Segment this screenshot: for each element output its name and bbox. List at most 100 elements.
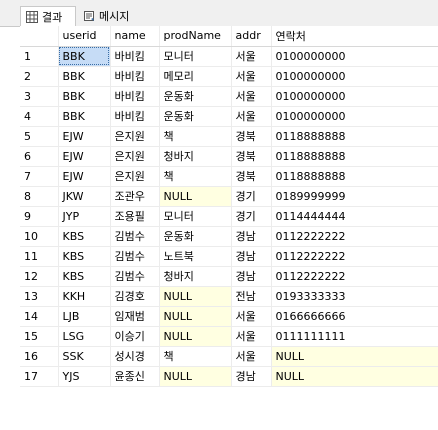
table-cell[interactable]: KBS xyxy=(58,246,111,267)
tab-results[interactable]: 결과 xyxy=(20,6,76,27)
row-number[interactable]: 16 xyxy=(20,346,59,367)
table-cell[interactable]: 책 xyxy=(159,166,232,187)
row-number[interactable]: 5 xyxy=(20,126,59,147)
table-row[interactable]: 5 EJW 은지원 책 경북 0118888888 xyxy=(20,126,438,147)
table-row[interactable]: 3 BBK 바비킴 운동화 서울 0100000000 xyxy=(20,86,438,107)
table-cell[interactable]: 책 xyxy=(159,126,232,147)
table-cell[interactable]: 윤종신 xyxy=(110,366,160,387)
tab-messages[interactable]: 메시지 xyxy=(78,6,144,25)
table-cell[interactable]: 서울 xyxy=(231,66,272,87)
table-cell[interactable]: LSG xyxy=(58,326,111,347)
table-cell[interactable]: KKH xyxy=(58,286,111,307)
table-cell[interactable]: 0118888888 xyxy=(271,126,438,147)
column-header[interactable]: prodName xyxy=(159,26,232,47)
table-cell[interactable]: NULL xyxy=(271,366,438,387)
table-cell[interactable]: JKW xyxy=(58,186,111,207)
table-cell[interactable]: 서울 xyxy=(231,306,272,327)
table-cell[interactable]: 서울 xyxy=(231,106,272,127)
table-cell[interactable]: 0189999999 xyxy=(271,186,438,207)
table-cell[interactable]: EJW xyxy=(58,146,111,167)
table-cell[interactable]: 0100000000 xyxy=(271,106,438,127)
table-cell[interactable]: 메모리 xyxy=(159,66,232,87)
table-cell[interactable]: 서울 xyxy=(231,46,272,67)
table-cell[interactable]: 서울 xyxy=(231,346,272,367)
table-cell[interactable]: 운동화 xyxy=(159,106,232,127)
results-grid[interactable]: userid name prodName addr 연락처 1 BBK 바비킴 모니터 서울 01… xyxy=(20,26,438,430)
table-cell[interactable]: 조용필 xyxy=(110,206,160,227)
table-cell[interactable]: 이승기 xyxy=(110,326,160,347)
table-cell[interactable]: 0100000000 xyxy=(271,46,438,67)
row-number[interactable]: 10 xyxy=(20,226,59,247)
row-number[interactable]: 15 xyxy=(20,326,59,347)
table-row[interactable]: 11 KBS 김범수 노트북 경남 0112222222 xyxy=(20,246,438,267)
table-row[interactable]: 15 LSG 이승기 NULL 서울 0111111111 xyxy=(20,326,438,347)
table-cell[interactable]: EJW xyxy=(58,166,111,187)
table-cell[interactable]: 노트북 xyxy=(159,246,232,267)
table-cell[interactable]: LJB xyxy=(58,306,111,327)
table-cell[interactable]: 서울 xyxy=(231,326,272,347)
row-number[interactable]: 14 xyxy=(20,306,59,327)
table-row[interactable]: 7 EJW 은지원 책 경북 0118888888 xyxy=(20,166,438,187)
row-number[interactable]: 6 xyxy=(20,146,59,167)
table-cell[interactable]: 0193333333 xyxy=(271,286,438,307)
table-cell[interactable]: 바비킴 xyxy=(110,86,160,107)
row-number[interactable]: 8 xyxy=(20,186,59,207)
row-number[interactable]: 4 xyxy=(20,106,59,127)
table-cell[interactable]: 경남 xyxy=(231,246,272,267)
table-row[interactable]: 8 JKW 조관우 NULL 경기 0189999999 xyxy=(20,186,438,207)
table-cell[interactable]: 모니터 xyxy=(159,46,232,67)
table-cell[interactable]: 은지원 xyxy=(110,126,160,147)
row-number[interactable]: 17 xyxy=(20,366,59,387)
table-cell[interactable]: BBK xyxy=(58,86,111,107)
table-row[interactable]: 12 KBS 김범수 청바지 경남 0112222222 xyxy=(20,266,438,287)
table-cell[interactable]: NULL xyxy=(159,326,232,347)
table-cell[interactable]: 0111111111 xyxy=(271,326,438,347)
table-cell[interactable]: 모니터 xyxy=(159,206,232,227)
column-header[interactable]: addr xyxy=(231,26,272,47)
table-cell[interactable]: BBK xyxy=(58,106,111,127)
table-cell[interactable]: 경북 xyxy=(231,126,272,147)
column-header-rownum[interactable] xyxy=(20,26,59,47)
row-number[interactable]: 1 xyxy=(20,46,59,67)
table-cell[interactable]: 경북 xyxy=(231,146,272,167)
table-cell[interactable]: 김범수 xyxy=(110,226,160,247)
table-row[interactable]: 10 KBS 김범수 운동화 경남 0112222222 xyxy=(20,226,438,247)
table-cell[interactable]: NULL xyxy=(159,366,232,387)
table-cell[interactable]: 경기 xyxy=(231,186,272,207)
table-cell[interactable]: 0112222222 xyxy=(271,226,438,247)
table-cell[interactable]: 김범수 xyxy=(110,266,160,287)
row-number[interactable]: 13 xyxy=(20,286,59,307)
column-header[interactable]: userid xyxy=(58,26,111,47)
table-cell[interactable]: 경남 xyxy=(231,366,272,387)
table-row[interactable]: 2 BBK 바비킴 메모리 서울 0100000000 xyxy=(20,66,438,87)
column-header[interactable]: name xyxy=(110,26,160,47)
table-cell[interactable]: 바비킴 xyxy=(110,46,160,67)
table-cell[interactable]: 경북 xyxy=(231,166,272,187)
row-number[interactable]: 2 xyxy=(20,66,59,87)
table-cell[interactable]: NULL xyxy=(159,286,232,307)
table-cell[interactable]: 0114444444 xyxy=(271,206,438,227)
table-cell[interactable]: 바비킴 xyxy=(110,66,160,87)
table-cell[interactable]: 0118888888 xyxy=(271,146,438,167)
table-cell[interactable]: 경남 xyxy=(231,226,272,247)
table-cell[interactable]: 은지원 xyxy=(110,146,160,167)
table-cell[interactable]: 바비킴 xyxy=(110,106,160,127)
row-number[interactable]: 12 xyxy=(20,266,59,287)
table-cell[interactable]: 전남 xyxy=(231,286,272,307)
table-cell[interactable]: NULL xyxy=(271,346,438,367)
table-row[interactable]: 4 BBK 바비킴 운동화 서울 0100000000 xyxy=(20,106,438,127)
table-cell[interactable]: EJW xyxy=(58,126,111,147)
table-cell[interactable]: 임재범 xyxy=(110,306,160,327)
row-number[interactable]: 3 xyxy=(20,86,59,107)
table-cell[interactable]: 책 xyxy=(159,346,232,367)
table-row[interactable]: 6 EJW 은지원 청바지 경북 0118888888 xyxy=(20,146,438,167)
table-cell[interactable]: 운동화 xyxy=(159,226,232,247)
table-cell[interactable]: 0100000000 xyxy=(271,86,438,107)
table-row[interactable]: 1 BBK 바비킴 모니터 서울 0100000000 xyxy=(20,46,438,67)
table-row[interactable]: 14 LJB 임재범 NULL 서울 0166666666 xyxy=(20,306,438,327)
table-cell[interactable]: NULL xyxy=(159,186,232,207)
table-row[interactable]: 17 YJS 윤종신 NULL 경남 NULL xyxy=(20,366,438,387)
table-cell[interactable]: 조관우 xyxy=(110,186,160,207)
table-cell[interactable]: KBS xyxy=(58,266,111,287)
table-cell[interactable]: 청바지 xyxy=(159,146,232,167)
